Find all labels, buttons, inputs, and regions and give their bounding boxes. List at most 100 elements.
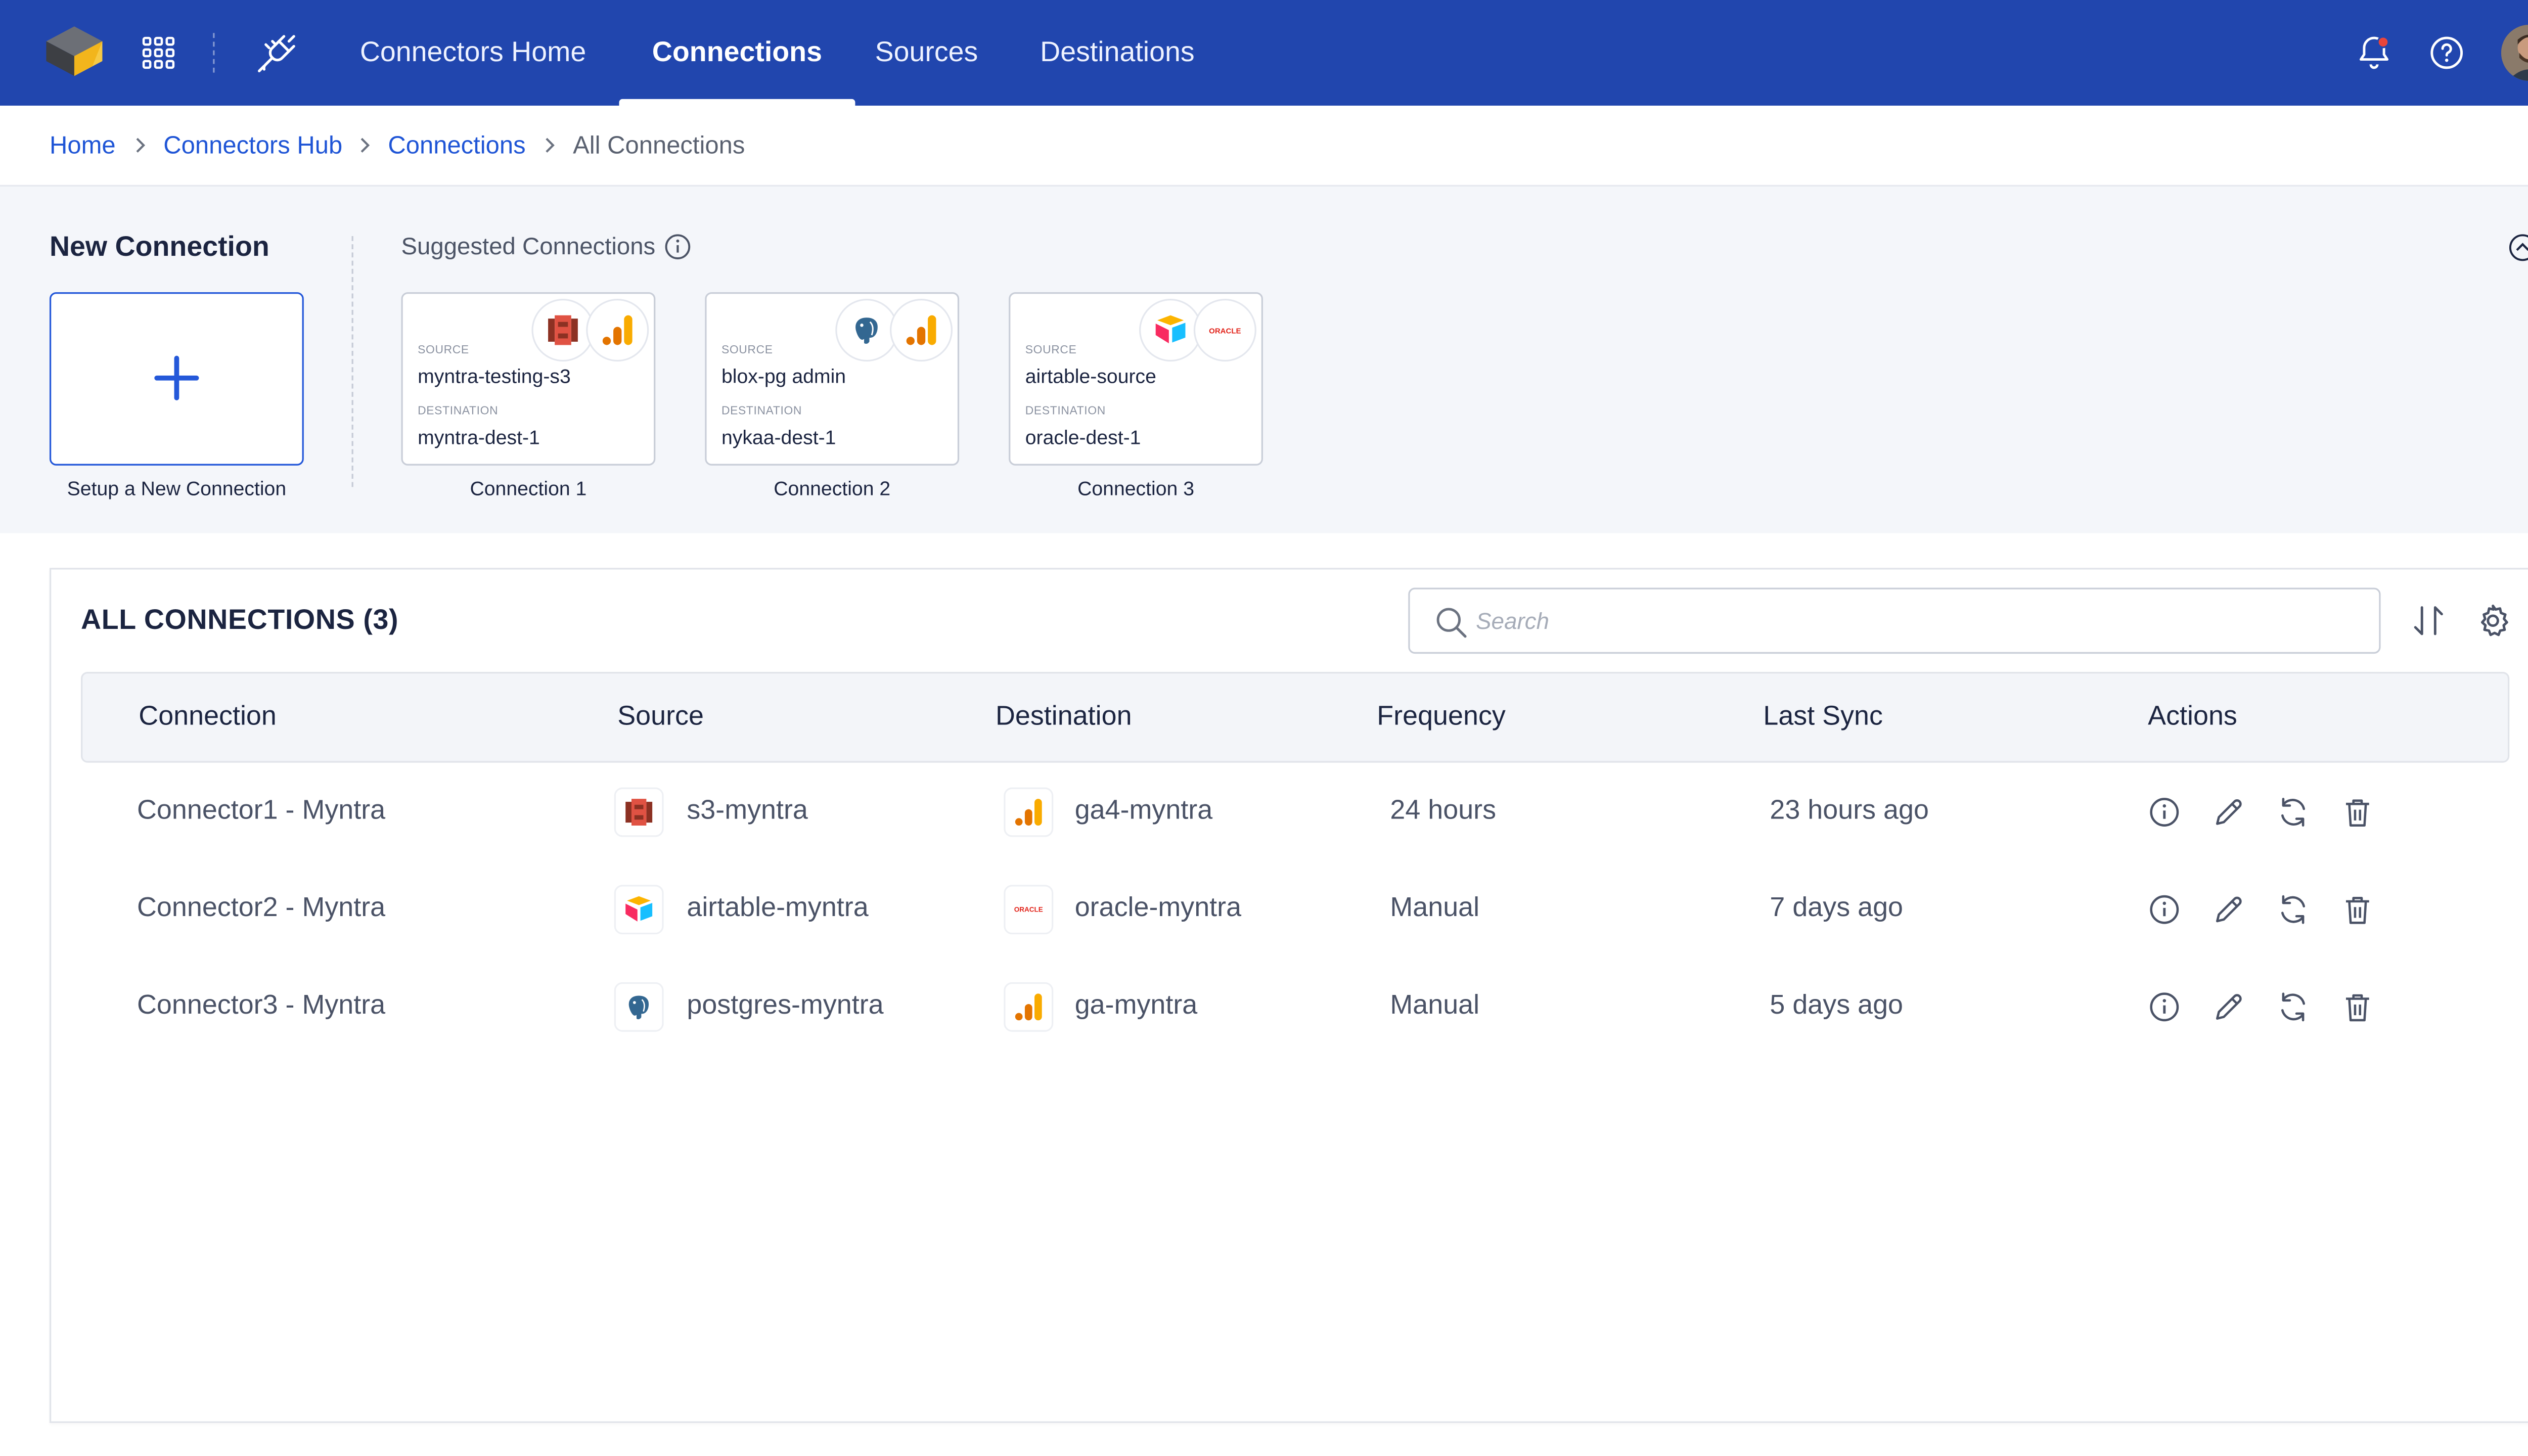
chevron-right-icon [546,138,555,153]
new-connection-title: New Connection [49,231,269,263]
oracle-logo-text: ORACLE [1014,906,1043,914]
gear-icon[interactable] [2475,603,2511,639]
frequency: 24 hours [1390,795,1497,826]
new-connection-panel: New Connection Setup a New Connection Su… [0,186,2528,533]
delete-icon[interactable] [2339,891,2376,928]
suggested-connection-caption: Connection 1 [470,477,587,500]
airtable-icon [1139,299,1202,362]
breadcrumb-current: All Connections [573,132,745,160]
sync-icon[interactable] [2275,891,2312,928]
suggested-connection-caption: Connection 2 [774,477,891,500]
plus-icon [154,355,199,400]
destination-name: ga-myntra [1074,990,1198,1020]
oracle-icon: ORACLE [1193,299,1256,362]
edit-icon[interactable] [2210,891,2247,928]
postgres-icon [614,982,664,1032]
last-sync: 7 days ago [1770,893,1904,923]
aws-s3-icon [531,299,595,362]
destination-label: DESTINATION [418,406,499,418]
avatar[interactable] [2501,24,2528,81]
breadcrumb-connections[interactable]: Connections [388,132,525,160]
logo-icon[interactable] [43,23,106,79]
info-icon[interactable] [2146,794,2183,831]
collapse-panel-icon[interactable] [2508,233,2528,262]
add-connection-button[interactable] [49,292,304,466]
aws-s3-icon [614,787,664,837]
oracle-logo-text: ORACLE [1209,327,1241,336]
last-sync: 5 days ago [1770,990,1904,1020]
destination-name: nykaa-dest-1 [721,426,836,449]
connection-name[interactable]: Connector3 - Myntra [137,990,385,1022]
info-icon[interactable] [2146,989,2183,1025]
table-row[interactable]: Connector1 - Myntra s3-myntra ga4-myntra… [81,766,2506,858]
tab-connections[interactable]: Connections [619,0,855,106]
delete-icon[interactable] [2339,989,2376,1025]
destination-name: oracle-dest-1 [1025,426,1141,449]
connection-name[interactable]: Connector2 - Myntra [137,893,385,925]
oracle-icon: ORACLE [1004,885,1054,935]
google-analytics-icon [1004,787,1054,837]
frequency: Manual [1390,893,1480,923]
google-analytics-icon [1004,982,1054,1032]
frequency: Manual [1390,990,1480,1020]
apps-grid-icon[interactable] [139,33,178,72]
source-label: SOURCE [1025,345,1077,357]
destination-label: DESTINATION [1025,406,1106,418]
source-name: s3-myntra [687,795,808,826]
tab-sources[interactable]: Sources [875,0,978,106]
edit-icon[interactable] [2210,989,2247,1025]
suggested-connections-title: Suggested Connections [401,234,656,261]
sync-icon[interactable] [2275,989,2312,1025]
source-name: blox-pg admin [721,365,846,388]
help-icon[interactable] [2427,33,2466,72]
column-header[interactable]: Destination [996,702,1132,733]
delete-icon[interactable] [2339,794,2376,831]
panel-divider [351,236,353,487]
search-input[interactable] [1472,602,2338,639]
add-connection-label: Setup a New Connection [67,477,287,500]
info-icon[interactable] [664,233,692,261]
destination-label: DESTINATION [721,406,802,418]
bell-icon[interactable] [2354,33,2394,72]
suggested-connection-caption: Connection 3 [1077,477,1194,500]
destination-name: ga4-myntra [1074,795,1213,826]
chevron-right-icon [360,138,370,153]
table-header: Connection Source Destination Frequency … [81,671,2510,763]
destination-name: myntra-dest-1 [418,426,540,449]
info-icon[interactable] [2146,891,2183,928]
connection-name[interactable]: Connector1 - Myntra [137,796,385,827]
tab-connectors-home[interactable]: Connectors Home [360,0,586,106]
breadcrumb-connectors-hub[interactable]: Connectors Hub [163,132,342,160]
edit-icon[interactable] [2210,794,2247,831]
nav-divider [213,33,215,73]
plug-icon[interactable] [251,26,303,79]
suggested-connection-card[interactable]: SOURCE blox-pg admin DESTINATION nykaa-d… [705,292,960,466]
postgres-icon [835,299,898,362]
source-name: airtable-source [1025,365,1156,388]
top-nav-bar: Connectors Home Connections Sources Dest… [0,0,2528,106]
search-icon [1436,608,1467,638]
all-connections-title: ALL CONNECTIONS (3) [81,604,399,636]
column-header[interactable]: Source [617,702,704,733]
tab-destinations[interactable]: Destinations [1040,0,1195,106]
table-row[interactable]: Connector3 - Myntra postgres-myntra ga-m… [81,961,2506,1053]
breadcrumb-home[interactable]: Home [50,132,116,160]
column-header: Actions [2148,701,2237,732]
column-header[interactable]: Frequency [1377,702,1506,733]
breadcrumb: Home Connectors Hub Connections All Conn… [0,105,2528,187]
sync-icon[interactable] [2275,794,2312,831]
sort-icon[interactable] [2410,603,2447,639]
search-box[interactable] [1408,587,2381,654]
suggested-connection-card[interactable]: SOURCE myntra-testing-s3 DESTINATION myn… [401,292,656,466]
google-analytics-icon [890,299,953,362]
all-connections-card: ALL CONNECTIONS (3) Connection Source De… [49,568,2528,1423]
column-header[interactable]: Connection [139,702,277,733]
source-name: myntra-testing-s3 [418,365,571,388]
table-row[interactable]: Connector2 - Myntra airtable-myntra ORAC… [81,863,2506,956]
source-name: airtable-myntra [687,893,869,923]
column-header[interactable]: Last Sync [1763,702,1883,733]
destination-name: oracle-myntra [1074,893,1242,923]
source-label: SOURCE [418,345,469,357]
chevron-right-icon [136,138,146,153]
suggested-connection-card[interactable]: ORACLE SOURCE airtable-source DESTINATIO… [1009,292,1263,466]
